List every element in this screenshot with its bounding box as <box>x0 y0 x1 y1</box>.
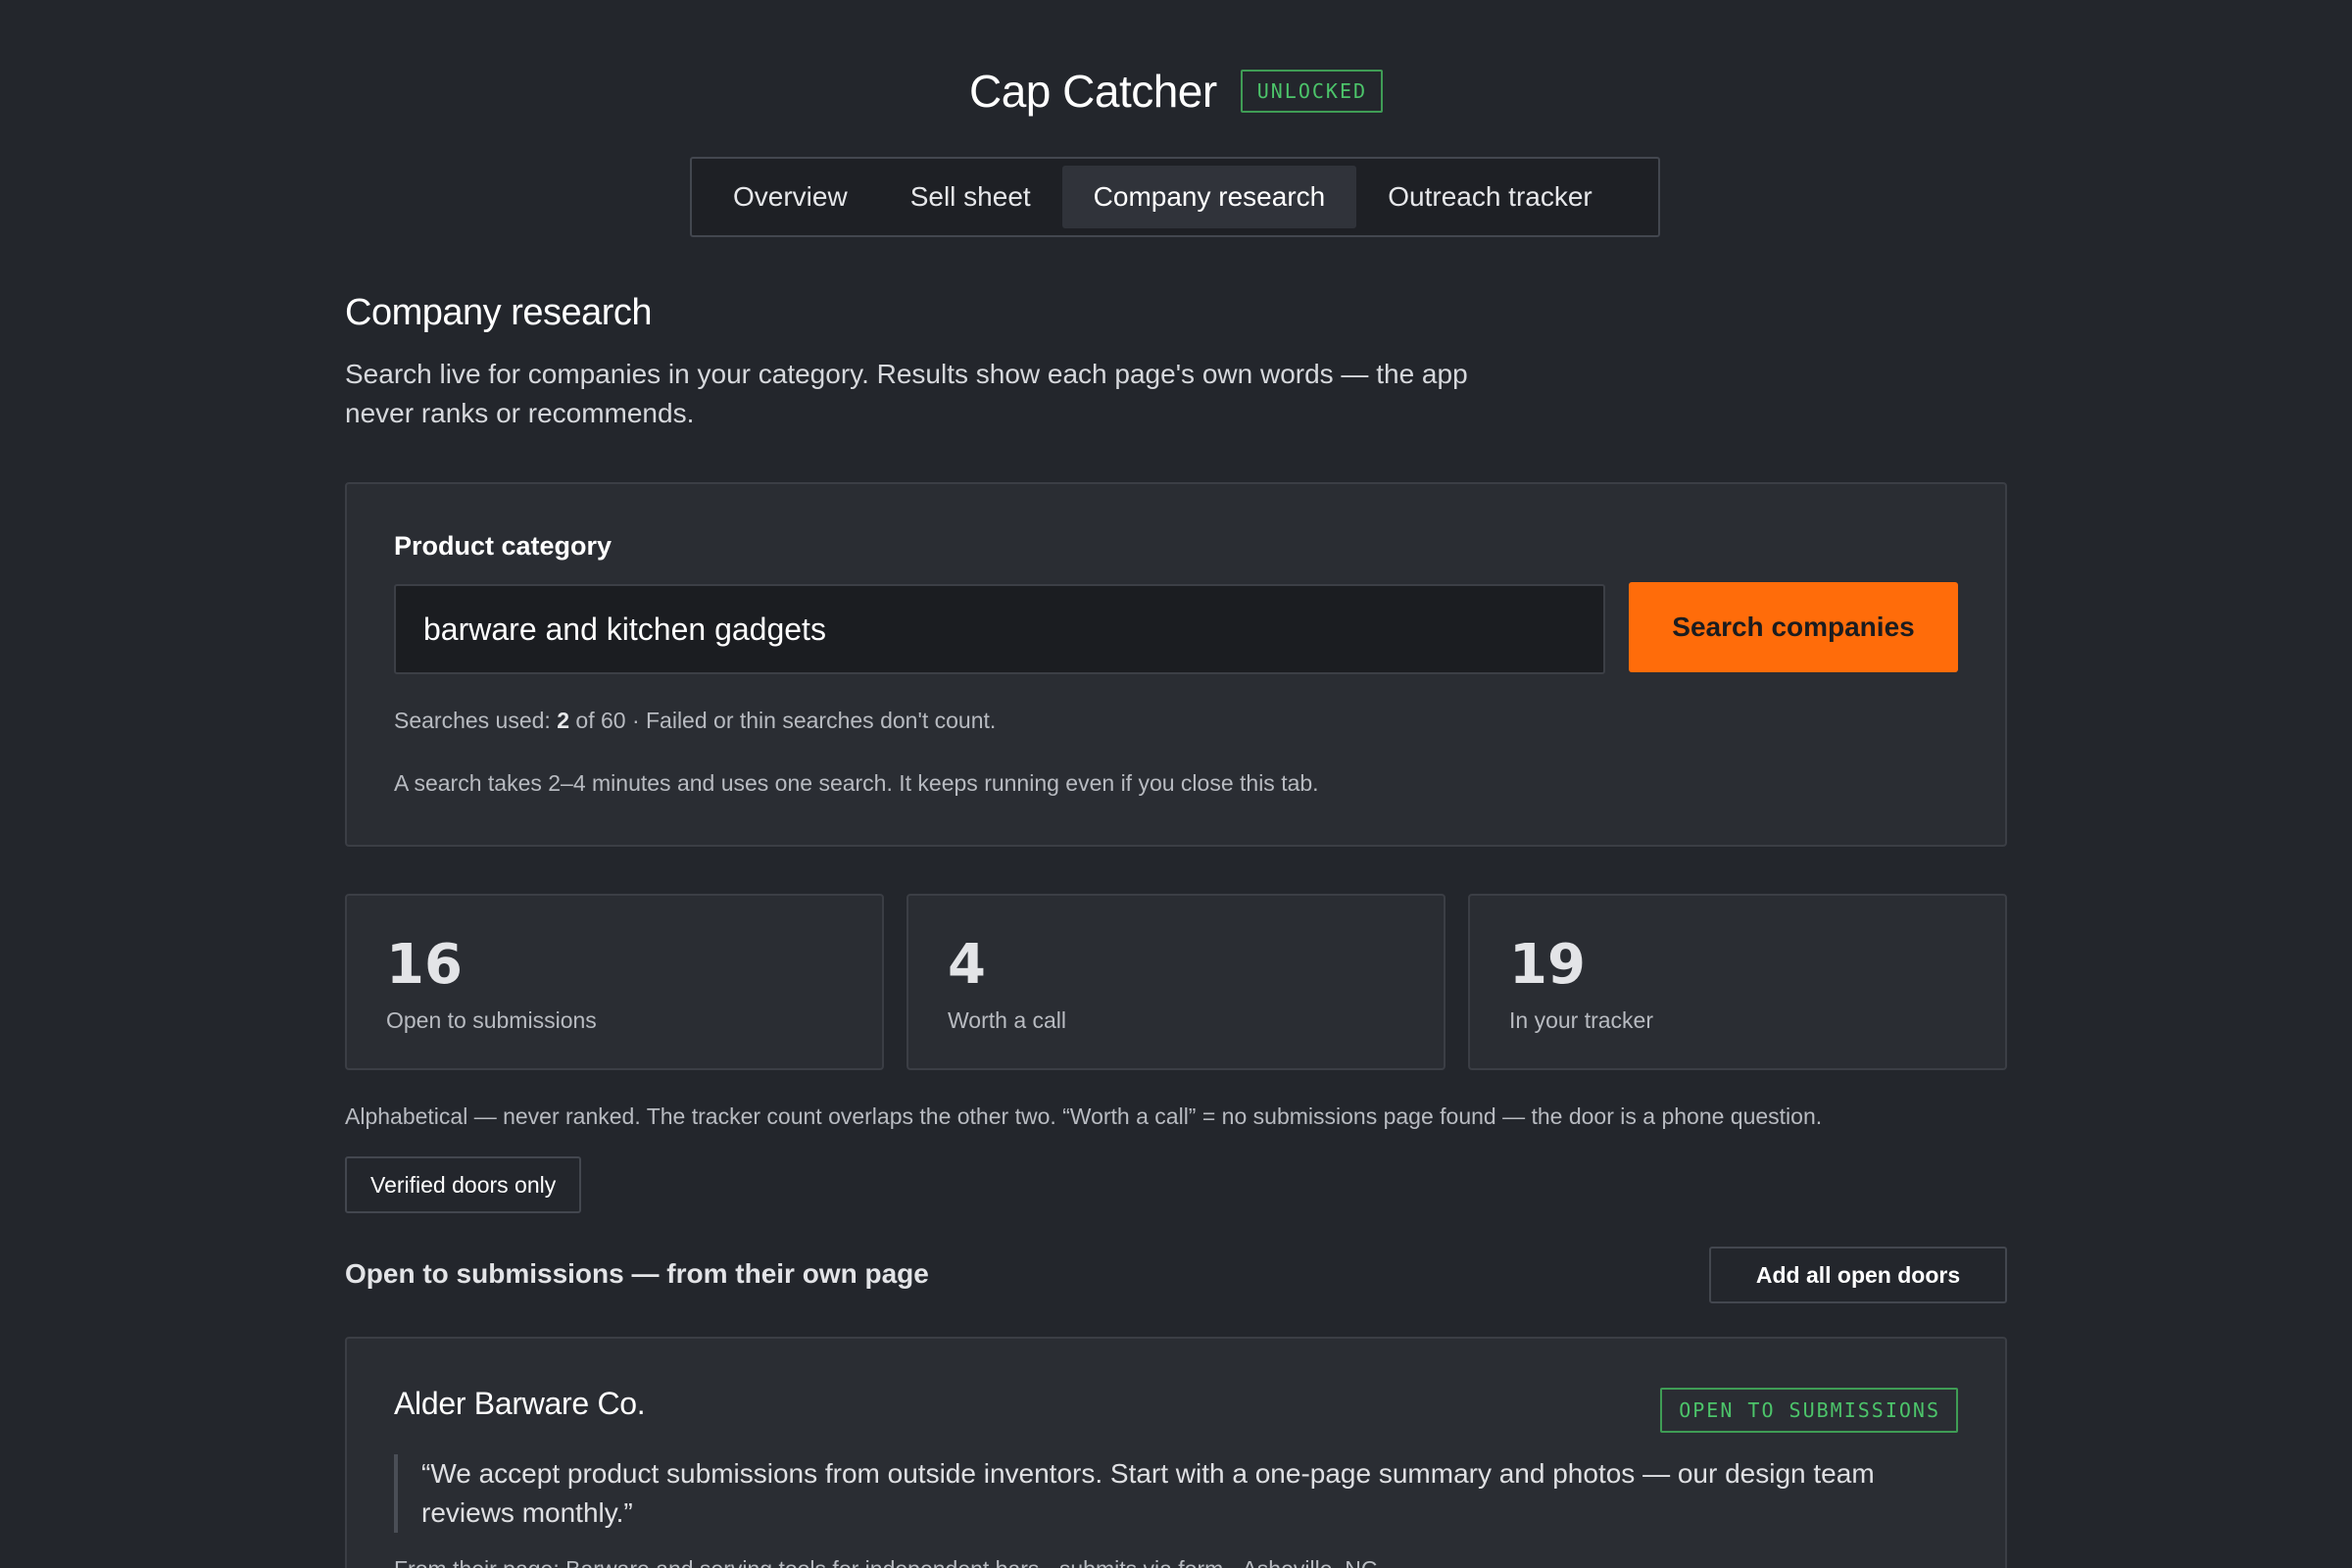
app-page: Cap Catcher UNLOCKED Overview Sell sheet… <box>0 0 2352 1568</box>
product-category-input[interactable] <box>394 584 1605 674</box>
stat-card-tracker: 19 In your tracker <box>1468 894 2007 1070</box>
stat-label: In your tracker <box>1509 1007 1653 1033</box>
stat-number: 4 <box>948 933 986 997</box>
searches-used-prefix: Searches used: <box>394 708 558 733</box>
list-heading: Open to submissions — from their own pag… <box>345 1258 929 1289</box>
stat-label: Open to submissions <box>386 1007 597 1033</box>
app-title: Cap Catcher <box>968 66 1217 117</box>
status-badge: OPEN TO SUBMISSIONS <box>1660 1388 1958 1433</box>
search-duration-note: A search takes 2–4 minutes and uses one … <box>394 770 1319 796</box>
stat-number: 16 <box>386 933 463 997</box>
product-category-label: Product category <box>394 531 612 561</box>
stat-number: 19 <box>1509 933 1586 997</box>
verified-doors-toggle[interactable]: Verified doors only <box>345 1156 582 1213</box>
stat-card-open: 16 Open to submissions <box>345 894 884 1070</box>
page-description: Search live for companies in your catego… <box>345 359 1468 428</box>
searches-used-count: 2 <box>557 708 570 733</box>
app-header: Cap Catcher UNLOCKED <box>0 65 2352 118</box>
company-quote: “We accept product submissions from outs… <box>394 1454 1960 1533</box>
tab-overview[interactable]: Overview <box>702 166 879 228</box>
tab-outreach-tracker[interactable]: Outreach tracker <box>1356 166 1624 228</box>
search-companies-button[interactable]: Search companies <box>1629 582 1958 672</box>
add-all-open-doors-button[interactable]: Add all open doors <box>1709 1247 2007 1303</box>
unlocked-badge: UNLOCKED <box>1240 70 1384 113</box>
search-card: Product category Search companies Search… <box>345 482 2007 847</box>
stat-card-call: 4 Worth a call <box>906 894 1446 1070</box>
searches-used-suffix: of 60 · Failed or thin searches don't co… <box>569 708 997 733</box>
tab-bar: Overview Sell sheet Company research Out… <box>690 157 1660 237</box>
stats-note: Alphabetical — never ranked. The tracker… <box>345 1103 1823 1129</box>
stat-label: Worth a call <box>948 1007 1067 1033</box>
company-name: Alder Barware Co. <box>394 1386 646 1421</box>
page-title: Company research <box>345 292 653 333</box>
company-meta: From their page: Barware and serving too… <box>394 1556 1378 1568</box>
tab-sell-sheet[interactable]: Sell sheet <box>879 166 1062 228</box>
company-card: Alder Barware Co. OPEN TO SUBMISSIONS “W… <box>345 1337 2007 1568</box>
searches-used-text: Searches used: 2 of 60 · Failed or thin … <box>394 708 996 734</box>
tab-company-research[interactable]: Company research <box>1061 166 1357 228</box>
